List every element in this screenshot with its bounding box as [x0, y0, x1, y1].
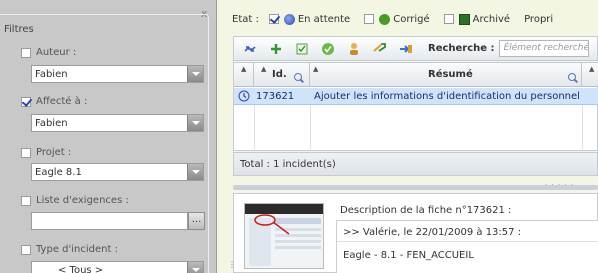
- assign-user-icon[interactable]: [344, 40, 364, 58]
- archived-checkbox[interactable]: [443, 14, 454, 24]
- filter-incident-type[interactable]: Type d'incident :: [21, 244, 118, 255]
- filters-legend: Filtres: [2, 24, 36, 35]
- grid-col-extra[interactable]: ▲: [582, 63, 598, 87]
- grid-col-status[interactable]: ▲: [234, 63, 254, 87]
- chevron-down-icon[interactable]: [187, 262, 203, 273]
- grid-col-id[interactable]: ▲ Id.: [254, 63, 310, 87]
- grid-divider: [582, 105, 583, 150]
- divider: [337, 241, 598, 242]
- pending-circle-icon: [283, 13, 295, 25]
- description-title: Description de la fiche n°173621 :: [340, 205, 512, 216]
- incident-type-label: Type d'incident :: [36, 244, 118, 255]
- sort-up-icon[interactable]: ▲: [261, 65, 266, 73]
- author-checkbox[interactable]: [21, 47, 31, 58]
- search-icon[interactable]: [568, 73, 576, 81]
- chevron-down-icon[interactable]: [187, 66, 203, 82]
- assignee-value: Fabien: [35, 118, 68, 129]
- filter-project[interactable]: Projet :: [21, 147, 71, 158]
- archive-book-icon: [458, 13, 470, 25]
- corrected-checkbox[interactable]: [364, 14, 375, 24]
- summary-header: Résumé: [428, 69, 473, 80]
- transfer-icon[interactable]: [396, 40, 416, 58]
- state-filter-row: Etat : En attente Corrigé Archivé Propri: [232, 11, 553, 27]
- chevron-down-icon[interactable]: [187, 115, 203, 131]
- description-line: Eagle - 8.1 - FEN_ACCUEIL: [343, 250, 474, 261]
- grid-divider: [310, 105, 311, 150]
- filter-author[interactable]: Auteur :: [21, 47, 76, 58]
- assignee-label: Affecté à :: [36, 96, 88, 107]
- state-option-archived[interactable]: Archivé: [443, 13, 511, 25]
- state-option-pending[interactable]: En attente: [268, 13, 351, 25]
- detail-panel: Description de la fiche n°173621 : >> Va…: [233, 193, 598, 273]
- search-label: Recherche :: [428, 43, 495, 54]
- add-icon[interactable]: [266, 40, 286, 58]
- sort-up-icon[interactable]: ▲: [589, 65, 594, 73]
- validate-icon[interactable]: [318, 40, 338, 58]
- incident-type-value: < Tous >: [58, 265, 104, 273]
- forward-icon[interactable]: [370, 40, 390, 58]
- incident-type-select[interactable]: < Tous >: [31, 261, 204, 273]
- grid-footer: Total : 1 incident(s): [233, 152, 598, 176]
- sort-up-icon[interactable]: ▲: [313, 65, 318, 73]
- grip-icon[interactable]: · · · · ·: [545, 181, 574, 189]
- total-count: Total : 1 incident(s): [240, 159, 336, 170]
- project-value: Eagle 8.1: [35, 167, 82, 178]
- author-select[interactable]: Fabien: [31, 65, 204, 83]
- incident-type-checkbox[interactable]: [21, 244, 31, 255]
- project-label: Projet :: [36, 147, 72, 158]
- requirements-input[interactable]: [31, 212, 188, 230]
- incident-grid: ▲ ▲ Id. ▲ Résumé ▲ 173621 Ajouter les in…: [233, 62, 598, 151]
- row-id: 173621: [256, 91, 295, 102]
- browse-button[interactable]: ...: [188, 212, 205, 230]
- id-header: Id.: [272, 69, 287, 80]
- sort-up-icon[interactable]: ▲: [241, 65, 246, 73]
- search-icon[interactable]: [294, 73, 302, 81]
- pending-label: En attente: [297, 13, 351, 25]
- row-summary: Ajouter les informations d'identificatio…: [314, 91, 580, 102]
- chevron-down-icon[interactable]: [187, 164, 203, 180]
- grid-divider: [254, 105, 255, 150]
- resize-handle[interactable]: ⋮: [228, 260, 236, 269]
- author-label: Auteur :: [36, 47, 77, 58]
- project-select[interactable]: Eagle 8.1: [31, 163, 204, 181]
- description-line: >> Valérie, le 22/01/2009 à 13:57 :: [343, 227, 522, 238]
- toolbar: Recherche : Élément recherché: [233, 36, 598, 61]
- state-option-corrected[interactable]: Corrigé: [364, 13, 430, 25]
- assignee-checkbox[interactable]: [21, 96, 31, 107]
- properties-label: Propri: [524, 13, 554, 25]
- pane-splitter[interactable]: · · · · ·: [233, 181, 598, 190]
- pending-checkbox[interactable]: [268, 14, 279, 24]
- requirements-label: Liste d'exigences :: [36, 195, 129, 206]
- requirements-checkbox[interactable]: [21, 195, 31, 206]
- archived-label: Archivé: [472, 13, 511, 25]
- refresh-icon[interactable]: [240, 40, 260, 58]
- description-box[interactable]: >> Valérie, le 22/01/2009 à 13:57 : Eagl…: [336, 220, 598, 273]
- filter-panel: x Filtres Auteur : Fabien Affecté à : Fa…: [0, 0, 217, 273]
- filter-requirements[interactable]: Liste d'exigences :: [21, 195, 129, 206]
- filter-assignee[interactable]: Affecté à :: [21, 96, 87, 107]
- pending-circle-icon: [238, 90, 250, 105]
- corrected-check-icon: [379, 13, 391, 25]
- screenshot-thumbnail[interactable]: [244, 203, 324, 269]
- grid-header: ▲ ▲ Id. ▲ Résumé ▲: [234, 63, 598, 87]
- corrected-label: Corrigé: [393, 13, 430, 25]
- author-value: Fabien: [35, 69, 68, 80]
- edit-sheet-icon[interactable]: [292, 40, 312, 58]
- state-label: Etat :: [232, 13, 259, 25]
- project-checkbox[interactable]: [21, 147, 31, 158]
- assignee-select[interactable]: Fabien: [31, 114, 204, 132]
- grid-col-summary[interactable]: ▲ Résumé: [310, 63, 582, 87]
- table-row[interactable]: 173621 Ajouter les informations d'identi…: [234, 88, 598, 105]
- search-input[interactable]: Élément recherché: [498, 40, 589, 57]
